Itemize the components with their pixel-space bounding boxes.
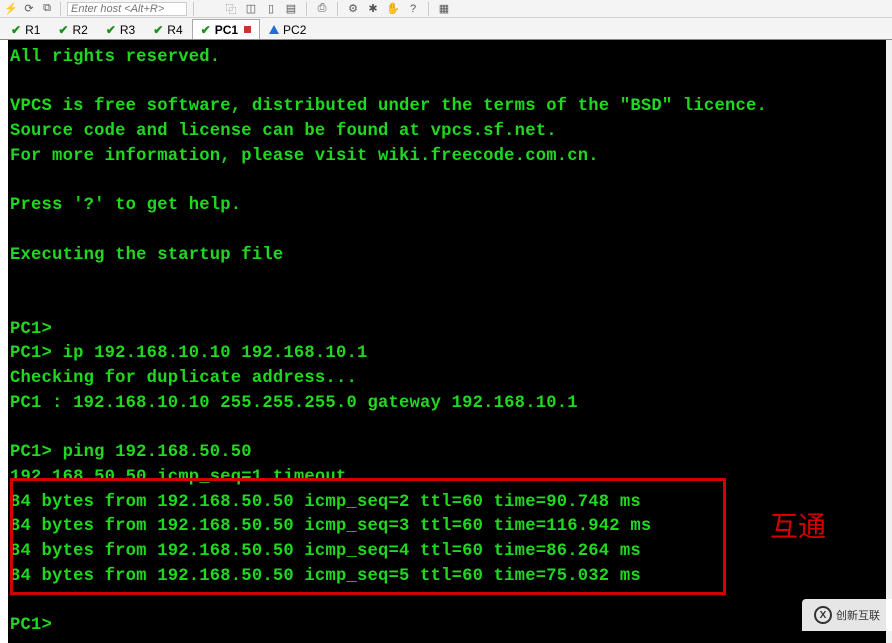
- tab-label: PC2: [283, 23, 306, 37]
- watermark: X 创新互联: [802, 599, 892, 631]
- tab-label: R4: [167, 23, 182, 37]
- print-icon[interactable]: ⎙: [315, 2, 329, 16]
- gear-icon[interactable]: ⚙: [346, 2, 360, 16]
- lightning-icon[interactable]: ⚡: [4, 2, 18, 16]
- tab-label: R3: [120, 23, 135, 37]
- left-gutter: [0, 40, 8, 643]
- toolbar-right-group: ⿻ ◫ ▯ ▤ ⎙ ⚙ ✱ ✋ ? ▦: [224, 2, 451, 16]
- session-tab-pc2[interactable]: PC2: [260, 19, 315, 39]
- separator: [337, 2, 338, 16]
- tab-label: R1: [25, 23, 40, 37]
- cascade-icon[interactable]: ⧉: [40, 2, 54, 16]
- annotation-label: 互通: [770, 505, 826, 545]
- hand-icon[interactable]: ✋: [386, 2, 400, 16]
- separator: [193, 2, 194, 16]
- check-icon: ✔: [153, 23, 163, 37]
- tab-label: R2: [72, 23, 87, 37]
- session-tabs-bar: ✔ R1 ✔ R2 ✔ R3 ✔ R4 ✔ PC1 PC2: [0, 18, 892, 40]
- check-icon: ✔: [106, 23, 116, 37]
- folder-icon[interactable]: ◫: [244, 2, 258, 16]
- session-tab-r3[interactable]: ✔ R3: [97, 19, 144, 39]
- close-icon[interactable]: [244, 26, 251, 33]
- separator: [428, 2, 429, 16]
- copytab-icon[interactable]: ⿻: [224, 2, 238, 16]
- color-icon[interactable]: ▦: [437, 2, 451, 16]
- session-tab-pc1[interactable]: ✔ PC1: [192, 19, 260, 39]
- warning-icon: [269, 25, 279, 34]
- check-icon: ✔: [11, 23, 21, 37]
- check-icon: ✔: [58, 23, 68, 37]
- session-tab-r4[interactable]: ✔ R4: [144, 19, 191, 39]
- watermark-text: 创新互联: [836, 607, 880, 623]
- terminal-output[interactable]: All rights reserved. VPCS is free softwa…: [8, 40, 886, 643]
- info-icon[interactable]: ?: [406, 2, 420, 16]
- check-icon: ✔: [201, 23, 211, 37]
- tab-label: PC1: [215, 23, 238, 37]
- bookmark-icon[interactable]: ▯: [264, 2, 278, 16]
- reconnect-icon[interactable]: ⟳: [22, 2, 36, 16]
- bug-icon[interactable]: ✱: [366, 2, 380, 16]
- separator: [306, 2, 307, 16]
- main-toolbar: ⚡ ⟳ ⧉ ⿻ ◫ ▯ ▤ ⎙ ⚙ ✱ ✋ ? ▦: [0, 0, 892, 18]
- separator: [60, 2, 61, 16]
- host-input[interactable]: [67, 2, 187, 16]
- book-icon[interactable]: ▤: [284, 2, 298, 16]
- watermark-logo-icon: X: [814, 606, 832, 624]
- session-tab-r2[interactable]: ✔ R2: [49, 19, 96, 39]
- session-tab-r1[interactable]: ✔ R1: [2, 19, 49, 39]
